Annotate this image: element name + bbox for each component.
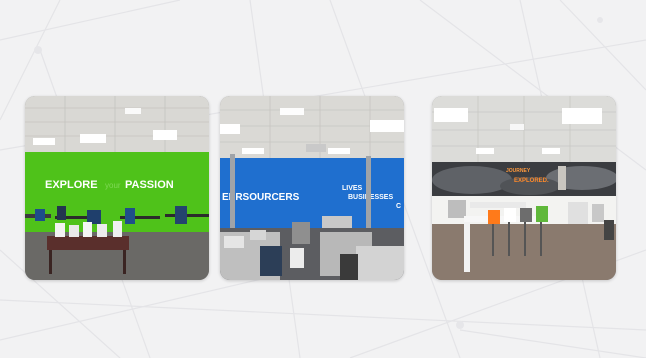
- mural-text-explored: EXPLORED.: [514, 178, 549, 184]
- wall-text-passion: PASSION: [125, 179, 174, 191]
- wall-text-c: C: [396, 203, 401, 210]
- wall-text-lives: LIVES: [342, 185, 363, 192]
- mural-text-journey: JOURNEY: [506, 168, 531, 174]
- office-photo-green-wall: EXPLORE your PASSION: [25, 96, 209, 280]
- office-photo-blue-wall: EERSOURCERS LIVES BUSINESSES C: [220, 96, 404, 280]
- wall-text-explore: EXPLORE: [45, 179, 98, 191]
- office-photo-lounge-mural: JOURNEY EXPLORED.: [432, 96, 616, 280]
- wall-text-your: your: [105, 181, 121, 190]
